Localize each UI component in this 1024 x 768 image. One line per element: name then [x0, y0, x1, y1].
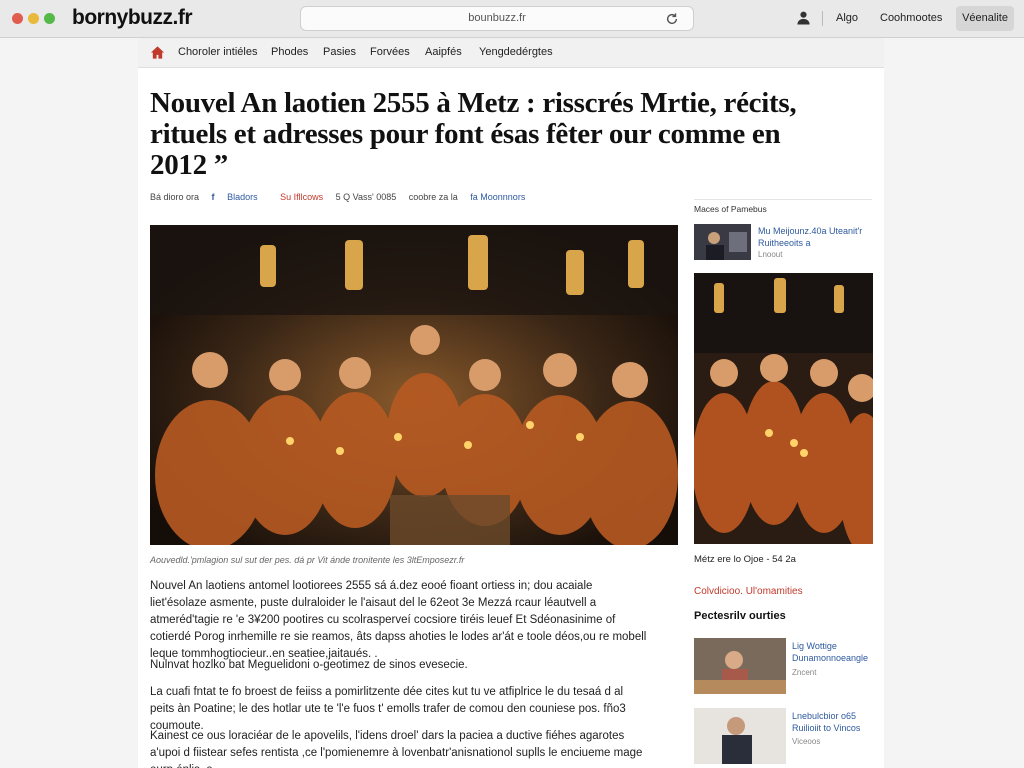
url-text[interactable]: bounbuzz.fr — [301, 12, 693, 24]
sidebar-divider — [694, 199, 872, 200]
user-icon[interactable] — [796, 10, 811, 25]
reload-icon[interactable] — [665, 12, 679, 26]
sidebar-top-meta: Lnoout — [758, 250, 783, 259]
nav-item-choroler[interactable]: Choroler intiéles — [178, 46, 257, 58]
share-count[interactable]: Su Ifllcows — [280, 192, 323, 202]
sidebar-photo-caption: Métz ere lo Ojoe - 54 2a — [694, 554, 796, 565]
card-thumbnail-2[interactable] — [694, 708, 786, 764]
nav-item-pasies[interactable]: Pasies — [323, 46, 356, 58]
sidebar-section-title: Maces of Pamebus — [694, 204, 767, 214]
sidebar-thumbnail[interactable] — [694, 224, 751, 260]
browser-toolbar: bornybuzz.fr bounbuzz.fr Algo Coohmootes… — [0, 0, 1024, 38]
byline-source: coobre za la fa Moonnnors — [409, 192, 536, 202]
nav-item-aaipfes[interactable]: Aaipfés — [425, 46, 462, 58]
nav-item-phodes[interactable]: Phodes — [271, 46, 308, 58]
top-link-comments[interactable]: Coohmootes — [880, 12, 942, 24]
close-window-button[interactable] — [12, 13, 23, 24]
article-paragraph-4: Kainest ce ous loraciéar de le apovelils… — [150, 730, 643, 768]
top-link-algo[interactable]: Algo — [836, 12, 858, 24]
nav-item-yengdedergtes[interactable]: Yengdedérgtes — [479, 46, 553, 58]
card-title-2[interactable]: Lnebulcbior o65 Ruilioiit to Vincos — [792, 710, 878, 734]
byline-source-link[interactable]: fa Moonnnors — [470, 192, 525, 202]
minimize-window-button[interactable] — [28, 13, 39, 24]
card-meta-2: Viceoos — [792, 737, 821, 746]
site-brand[interactable]: bornybuzz.fr — [72, 6, 193, 30]
byline-date: 5 Q Vass' 0085 — [335, 192, 397, 202]
facebook-icon: f — [211, 192, 215, 202]
home-icon[interactable] — [150, 45, 165, 60]
card-meta-1: Zncent — [792, 668, 817, 677]
facebook-share-label: Bladors — [227, 192, 258, 202]
sidebar-photo[interactable] — [694, 273, 873, 544]
sidebar-top-link[interactable]: Mu Meijounz.40a Uteanit'r Ruitheeoits a — [758, 225, 876, 249]
byline-source-label: coobre za la — [408, 192, 458, 202]
card-thumbnail-1[interactable] — [694, 638, 786, 694]
facebook-share[interactable]: f Bladors — [212, 192, 268, 202]
sidebar-red-link[interactable]: Colvdicioo. Ul'omamities — [694, 586, 803, 597]
article-paragraph-2: Nulnvat hozlko bat Meguelidoni o-geotime… — [150, 659, 468, 671]
top-action-button[interactable]: Véenalite — [956, 6, 1014, 31]
article-page: Choroler intiéles Phodes Pasies Forvées … — [138, 38, 884, 768]
hero-photo[interactable] — [150, 225, 678, 545]
article-byline: Bá dioro ora f Bladors Su Ifllcows 5 Q V… — [150, 192, 545, 202]
address-bar[interactable]: bounbuzz.fr — [300, 6, 694, 31]
section-nav: Choroler intiéles Phodes Pasies Forvées … — [138, 38, 884, 68]
byline-author[interactable]: Bá dioro ora — [150, 192, 199, 202]
article-headline: Nouvel An laotien 2555 à Metz : risscrés… — [150, 87, 797, 181]
photo-caption: Aouvedld.'pmlagion sul sut der pes. dá p… — [150, 555, 465, 565]
card-title-1[interactable]: Lig Wottige Dunamonnoeangle — [792, 640, 878, 664]
toolbar-divider — [822, 11, 823, 26]
maximize-window-button[interactable] — [44, 13, 55, 24]
article-paragraph-1: Nouvel An laotiens antomel lootiorees 25… — [150, 580, 647, 660]
sidebar-heading: Pectesrilv ourties — [694, 610, 786, 622]
nav-item-forvees[interactable]: Forvées — [370, 46, 410, 58]
